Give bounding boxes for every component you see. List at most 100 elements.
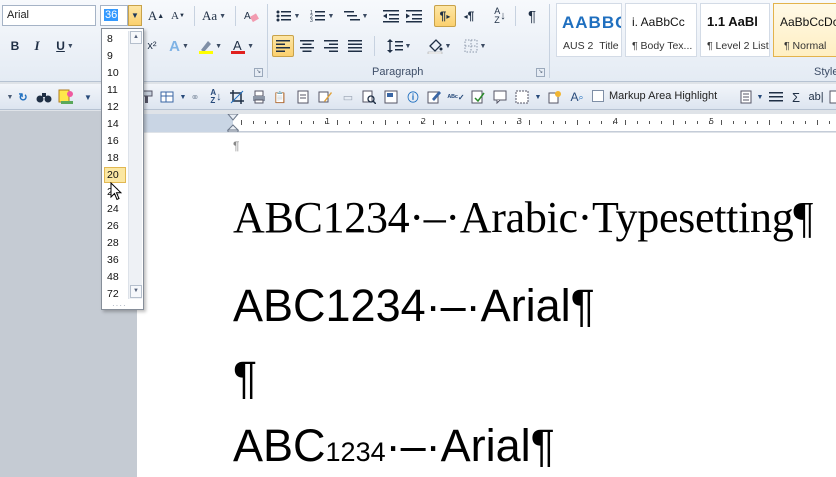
highlighter-icon[interactable] — [58, 89, 74, 105]
horizontal-ruler[interactable]: 1 2 3 4 5 — [137, 114, 836, 132]
insert-object-icon[interactable] — [547, 89, 563, 105]
style-sample: AABBC — [562, 13, 622, 32]
sum-icon[interactable]: Σ — [788, 89, 804, 105]
grow-font-button[interactable]: A ▲ — [146, 5, 166, 27]
find-binoculars-icon[interactable] — [36, 89, 52, 105]
text-effects-button[interactable]: A ▼ — [166, 35, 192, 57]
style-tile-normal[interactable]: AaBbCcDc ¶ Normal — [773, 3, 836, 57]
font-size-option[interactable]: 9 — [104, 48, 126, 64]
track-changes-dropdown-icon[interactable]: ▼ — [530, 89, 546, 105]
line-spacing-button[interactable]: ▼ — [384, 35, 414, 57]
font-name-combo[interactable]: Arial — [2, 5, 96, 26]
style-tile-body-text[interactable]: i. AaBbCc ¶ Body Tex... — [625, 3, 697, 57]
page-icon[interactable] — [295, 89, 311, 105]
font-size-option[interactable]: 24 — [104, 201, 126, 217]
text-direction-icon[interactable]: ab| — [808, 89, 824, 105]
style-tile-level-2-list[interactable]: 1.1 AaBl ¶ Level 2 List — [700, 3, 770, 57]
toolbar-dropdown-icon[interactable]: ▼ — [80, 89, 96, 105]
font-size-option[interactable]: 16 — [104, 133, 126, 149]
show-marks-button[interactable]: ¶ — [521, 5, 543, 27]
ruler-tick — [661, 121, 662, 124]
styles-inspector-icon[interactable]: A ⌕ — [569, 89, 585, 105]
font-size-option[interactable]: 11 — [104, 82, 126, 98]
sort-descending-icon[interactable]: A Z ↓ — [208, 89, 224, 105]
crop-icon[interactable] — [229, 89, 245, 105]
shrink-font-button[interactable]: A ▼ — [168, 5, 188, 27]
align-right-button[interactable] — [320, 35, 342, 57]
font-dialog-launcher[interactable]: ↘ — [254, 68, 263, 77]
ruler-tick — [805, 121, 806, 124]
font-size-option[interactable]: 12 — [104, 99, 126, 115]
font-color-button[interactable]: A ▼ — [229, 35, 255, 57]
paste-icon[interactable]: 📋 — [272, 89, 288, 105]
edit-pencil-icon[interactable] — [317, 89, 333, 105]
document-check-icon[interactable] — [470, 89, 486, 105]
markup-area-highlight-checkbox[interactable] — [592, 90, 604, 102]
indent-marker-icon[interactable] — [227, 114, 239, 132]
style-name: ¶ Body Tex... — [632, 40, 693, 52]
info-icon[interactable]: ⓘ — [405, 89, 421, 105]
borders-button[interactable]: ▼ — [460, 35, 490, 57]
page-break-icon[interactable] — [826, 89, 836, 105]
clear-formatting-icon[interactable]: A — [240, 5, 262, 27]
track-changes-icon[interactable] — [514, 89, 530, 105]
font-size-option[interactable]: 36 — [104, 252, 126, 268]
list-view-icon[interactable] — [768, 89, 784, 105]
scroll-up-icon[interactable]: ▲ — [130, 31, 142, 44]
blank-page-icon[interactable]: ▭ — [340, 89, 356, 105]
increase-indent-button[interactable] — [404, 5, 424, 27]
font-size-option[interactable]: 26 — [104, 218, 126, 234]
edit-document-icon[interactable] — [426, 89, 442, 105]
shading-button[interactable]: ▼ — [424, 35, 454, 57]
highlight-color-button[interactable]: ▼ — [197, 35, 223, 57]
sort-button[interactable]: A Z ↓ — [489, 5, 511, 27]
ruler-tick — [829, 121, 830, 124]
bold-button[interactable]: B — [6, 35, 24, 57]
italic-button[interactable]: I — [28, 35, 46, 57]
numbering-button[interactable]: 1 2 3 ▼ — [307, 5, 337, 27]
comment-icon[interactable] — [492, 89, 508, 105]
font-size-combo[interactable]: 36 — [100, 5, 128, 26]
insert-table-icon[interactable] — [159, 89, 175, 105]
style-tile-title[interactable]: AABBC AUS 2 Title — [556, 3, 622, 57]
decrease-indent-button[interactable] — [381, 5, 401, 27]
font-size-option[interactable]: 20 — [104, 167, 126, 183]
ruler-tick — [385, 120, 386, 125]
ruler-tick — [301, 121, 302, 124]
scroll-down-icon[interactable]: ▼ — [130, 285, 142, 298]
resize-grip-icon[interactable]: ···· — [112, 301, 127, 310]
spelling-check-icon[interactable]: ᴬᴮᶜ✓ — [447, 89, 464, 105]
line4-text-a: ABC — [233, 420, 326, 471]
rtl-direction-button[interactable]: ◂ ¶ — [459, 5, 479, 27]
ruler-tick — [757, 121, 758, 124]
font-size-dropdown-list[interactable]: 891011121416182022242628364872 ▲ ▼ ···· — [101, 28, 144, 310]
refresh-icon[interactable]: ↻ — [15, 89, 31, 105]
bullets-button[interactable]: ▼ — [273, 5, 303, 27]
change-case-button[interactable]: Aa ▼ — [199, 5, 229, 27]
multilevel-list-button[interactable]: ▼ — [341, 5, 371, 27]
superscript-button[interactable]: x² — [146, 35, 158, 57]
underline-button[interactable]: U ▼ — [50, 35, 80, 57]
document-map-dropdown-icon[interactable]: ▼ — [752, 89, 768, 105]
font-size-option[interactable]: 48 — [104, 269, 126, 285]
font-size-option[interactable]: 72 — [104, 286, 126, 302]
ruler-tick — [709, 121, 710, 124]
paragraph-dialog-launcher[interactable]: ↘ — [536, 68, 545, 77]
justify-button[interactable] — [344, 35, 366, 57]
align-left-button[interactable] — [272, 35, 294, 57]
font-size-dropdown-arrow[interactable]: ▼ — [128, 5, 142, 26]
text-box-icon[interactable] — [383, 89, 399, 105]
ruler-tick — [421, 121, 422, 124]
ruler-tick — [649, 121, 650, 124]
print-icon[interactable] — [251, 89, 267, 105]
font-size-option[interactable]: 10 — [104, 65, 126, 81]
font-size-scrollbar[interactable]: ▲ ▼ — [128, 31, 142, 299]
font-size-option[interactable]: 8 — [104, 31, 126, 47]
link-icon[interactable]: ⚭ — [187, 89, 203, 105]
ltr-direction-button[interactable]: ¶ ▸ — [434, 5, 456, 27]
font-size-option[interactable]: 14 — [104, 116, 126, 132]
font-size-option[interactable]: 18 — [104, 150, 126, 166]
align-center-button[interactable] — [296, 35, 318, 57]
zoom-page-icon[interactable] — [361, 89, 377, 105]
font-size-option[interactable]: 28 — [104, 235, 126, 251]
